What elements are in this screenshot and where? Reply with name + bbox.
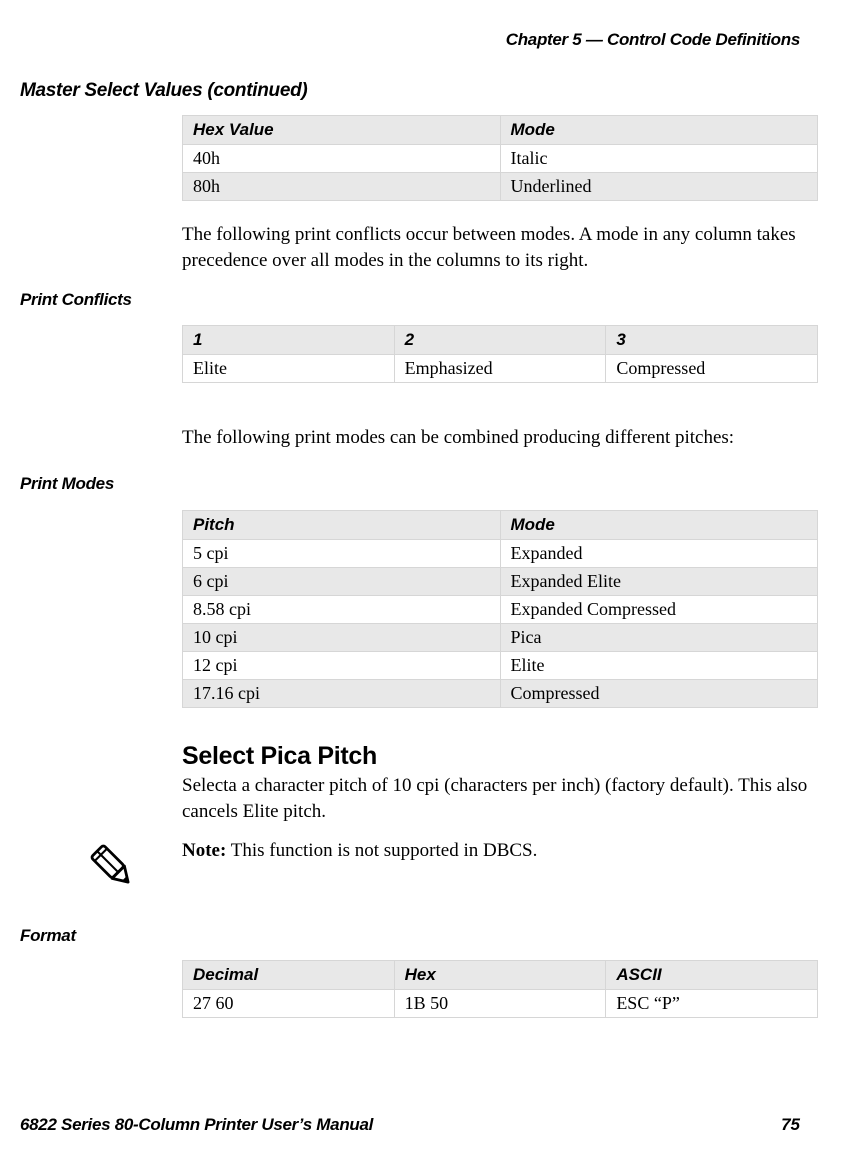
cell: Expanded Elite bbox=[500, 568, 818, 596]
cell: 40h bbox=[183, 145, 501, 173]
section-label-modes: Print Modes bbox=[20, 474, 114, 494]
note-body: This function is not supported in DBCS. bbox=[226, 840, 537, 861]
select-pica-heading: Select Pica Pitch bbox=[182, 742, 377, 771]
continued-title: Master Select Values (continued) bbox=[20, 80, 307, 102]
cell: 5 cpi bbox=[183, 540, 501, 568]
table-row: 17.16 cpi Compressed bbox=[183, 680, 818, 708]
chapter-header: Chapter 5 — Control Code Definitions bbox=[506, 30, 800, 50]
paragraph: The following print conflicts occur betw… bbox=[182, 222, 822, 273]
cell: ESC “P” bbox=[606, 990, 818, 1018]
col-header: 1 bbox=[183, 326, 395, 355]
cell: 17.16 cpi bbox=[183, 680, 501, 708]
col-header: 3 bbox=[606, 326, 818, 355]
cell: 12 cpi bbox=[183, 652, 501, 680]
col-header: Decimal bbox=[183, 961, 395, 990]
table-row: Elite Emphasized Compressed bbox=[183, 355, 818, 383]
table-row: 12 cpi Elite bbox=[183, 652, 818, 680]
cell: Emphasized bbox=[394, 355, 606, 383]
note-pencil-icon bbox=[84, 838, 140, 894]
table-row: 5 cpi Expanded bbox=[183, 540, 818, 568]
cell: Underlined bbox=[500, 173, 818, 201]
cell: 80h bbox=[183, 173, 501, 201]
print-conflicts-table: 1 2 3 Elite Emphasized Compressed bbox=[182, 325, 818, 383]
col-header: Mode bbox=[500, 116, 818, 145]
col-header: Hex Value bbox=[183, 116, 501, 145]
cell: 27 60 bbox=[183, 990, 395, 1018]
col-header: Hex bbox=[394, 961, 606, 990]
cell: Elite bbox=[183, 355, 395, 383]
format-table: Decimal Hex ASCII 27 60 1B 50 ESC “P” bbox=[182, 960, 818, 1018]
cell: 6 cpi bbox=[183, 568, 501, 596]
footer-page-number: 75 bbox=[781, 1115, 800, 1135]
col-header: ASCII bbox=[606, 961, 818, 990]
section-label-format: Format bbox=[20, 926, 76, 946]
print-modes-table: Pitch Mode 5 cpi Expanded 6 cpi Expanded… bbox=[182, 510, 818, 708]
footer-manual-title: 6822 Series 80-Column Printer User’s Man… bbox=[20, 1115, 373, 1135]
table-row: 10 cpi Pica bbox=[183, 624, 818, 652]
cell: Elite bbox=[500, 652, 818, 680]
cell: 1B 50 bbox=[394, 990, 606, 1018]
cell: Pica bbox=[500, 624, 818, 652]
col-header: 2 bbox=[394, 326, 606, 355]
cell: 10 cpi bbox=[183, 624, 501, 652]
paragraph: The following print modes can be combine… bbox=[182, 425, 822, 451]
paragraph: Selecta a character pitch of 10 cpi (cha… bbox=[182, 773, 822, 824]
note-text: Note: This function is not supported in … bbox=[182, 840, 822, 862]
cell: Expanded bbox=[500, 540, 818, 568]
col-header: Mode bbox=[500, 511, 818, 540]
cell: Compressed bbox=[500, 680, 818, 708]
section-label-conflicts: Print Conflicts bbox=[20, 290, 132, 310]
table-row: 8.58 cpi Expanded Compressed bbox=[183, 596, 818, 624]
table-row: 27 60 1B 50 ESC “P” bbox=[183, 990, 818, 1018]
note-label: Note: bbox=[182, 840, 226, 861]
col-header: Pitch bbox=[183, 511, 501, 540]
cell: Italic bbox=[500, 145, 818, 173]
table-row: 40h Italic bbox=[183, 145, 818, 173]
cell: Compressed bbox=[606, 355, 818, 383]
cell: Expanded Compressed bbox=[500, 596, 818, 624]
table-row: 6 cpi Expanded Elite bbox=[183, 568, 818, 596]
table-row: 80h Underlined bbox=[183, 173, 818, 201]
cell: 8.58 cpi bbox=[183, 596, 501, 624]
master-select-table: Hex Value Mode 40h Italic 80h Underlined bbox=[182, 115, 818, 201]
